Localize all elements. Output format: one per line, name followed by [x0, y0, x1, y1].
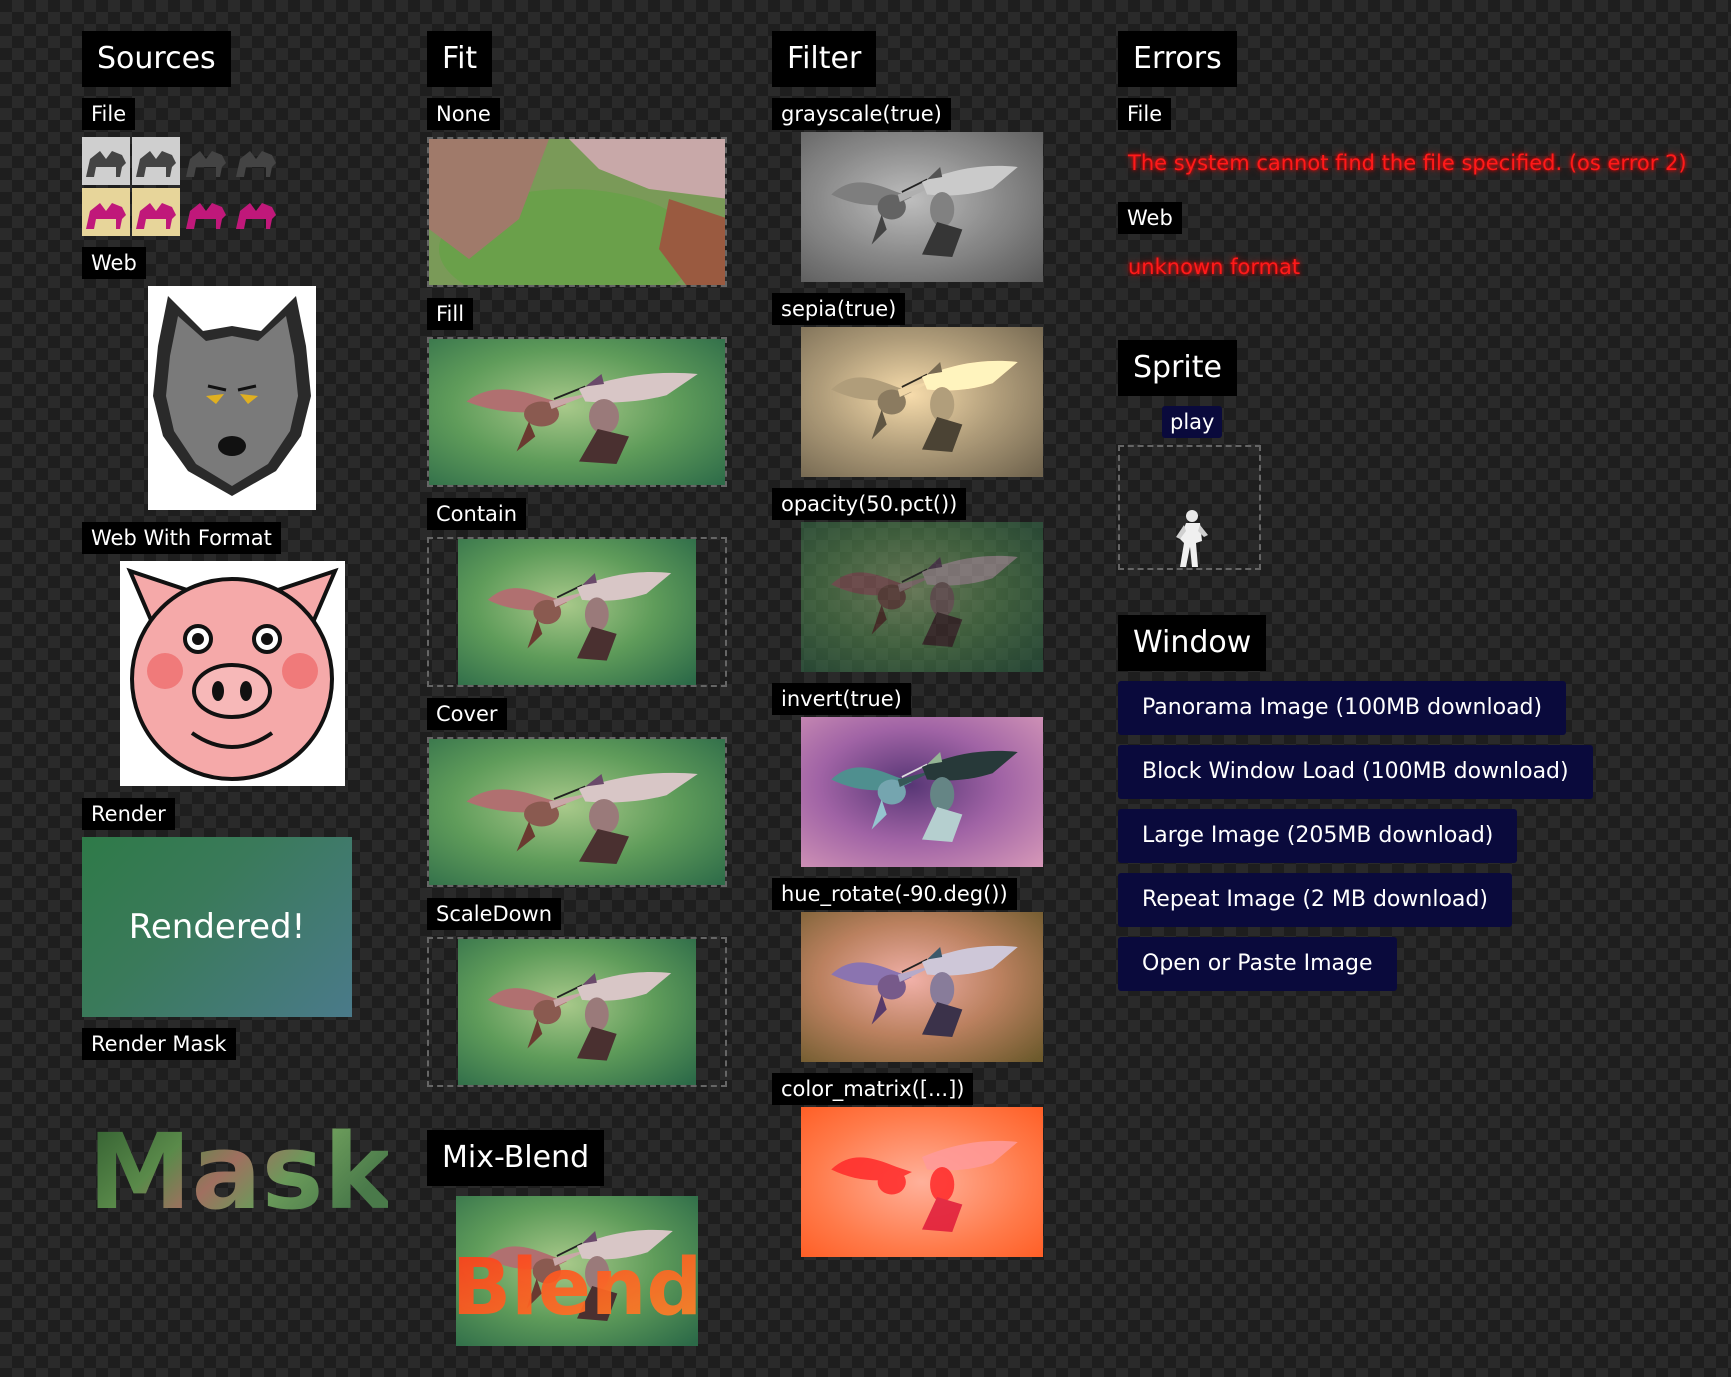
web-format-label: Web With Format — [82, 522, 281, 554]
render-mask-label: Render Mask — [82, 1028, 236, 1060]
filter-label-invert: invert(true) — [772, 683, 911, 715]
file-label: File — [82, 98, 136, 130]
file-error-message: The system cannot find the file specifie… — [1128, 151, 1687, 175]
fit-cover-image — [427, 737, 727, 887]
fit-label-fill: Fill — [427, 298, 474, 330]
blend-text: Blend — [456, 1243, 698, 1333]
fit-label-scaledown: ScaleDown — [427, 898, 562, 930]
filter-invert-image — [801, 717, 1043, 867]
fit-none-image — [427, 137, 727, 287]
block-window-load-button[interactable]: Block Window Load (100MB download) — [1118, 745, 1593, 799]
camel-icons — [82, 137, 276, 236]
filter-label-opacity: opacity(50.pct()) — [772, 488, 967, 520]
filter-heading: Filter — [772, 31, 877, 87]
fit-label-none: None — [427, 98, 500, 130]
errors-heading: Errors — [1118, 31, 1237, 87]
large-image-button[interactable]: Large Image (205MB download) — [1118, 809, 1518, 863]
panorama-image-button[interactable]: Panorama Image (100MB download) — [1118, 681, 1567, 735]
sprite-heading: Sprite — [1118, 340, 1237, 396]
mask-text: Mask — [88, 1111, 388, 1230]
mix-blend-heading: Mix-Blend — [427, 1130, 605, 1186]
blend-image: Blend — [456, 1196, 698, 1346]
filter-label-color-matrix: color_matrix([...]) — [772, 1073, 974, 1105]
play-button[interactable]: play — [1162, 406, 1223, 438]
filter-sepia-image — [801, 327, 1043, 477]
filter-label-hue-rotate: hue_rotate(-90.deg()) — [772, 878, 1017, 910]
camel-grid — [82, 137, 282, 237]
open-or-paste-image-button[interactable]: Open or Paste Image — [1118, 937, 1397, 991]
filter-opacity-image — [801, 522, 1043, 672]
web-error-message: unknown format — [1128, 255, 1301, 279]
filter-hue-rotate-image — [801, 912, 1043, 1062]
render-label: Render — [82, 798, 175, 830]
fit-heading: Fit — [427, 31, 493, 87]
rendered-box: Rendered! — [82, 837, 352, 1017]
fit-label-contain: Contain — [427, 498, 527, 530]
fit-scaledown-image — [458, 939, 696, 1085]
errors-web-label: Web — [1118, 202, 1182, 234]
web-label: Web — [82, 247, 146, 279]
fit-contain-frame — [427, 537, 727, 687]
sources-heading: Sources — [82, 31, 231, 87]
sprite-runner-icon — [1176, 510, 1208, 567]
rendered-text: Rendered! — [128, 907, 306, 947]
window-heading: Window — [1118, 615, 1267, 671]
fit-scaledown-frame — [427, 937, 727, 1087]
fit-label-cover: Cover — [427, 698, 507, 730]
errors-file-label: File — [1118, 98, 1172, 130]
filter-label-sepia: sepia(true) — [772, 293, 906, 325]
sprite-frame — [1118, 445, 1261, 570]
filter-grayscale-image — [801, 132, 1043, 282]
pig-image — [120, 561, 345, 786]
wolf-image — [148, 286, 316, 510]
filter-color-matrix-image — [801, 1107, 1043, 1257]
filter-label-grayscale: grayscale(true) — [772, 98, 951, 130]
fit-fill-image — [427, 337, 727, 487]
repeat-image-button[interactable]: Repeat Image (2 MB download) — [1118, 873, 1512, 927]
mask-text-image: Mask — [88, 1100, 388, 1230]
fit-contain-image — [458, 539, 696, 685]
